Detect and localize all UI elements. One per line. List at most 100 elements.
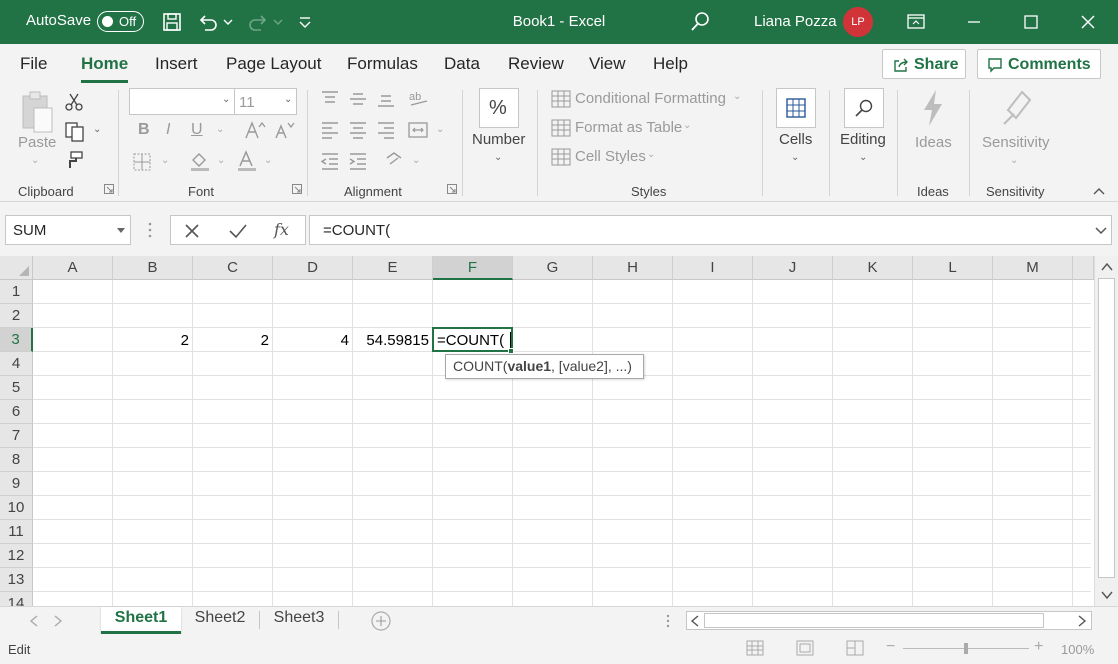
search-icon[interactable] (688, 10, 712, 34)
user-name[interactable]: Liana Pozza (754, 13, 837, 30)
row-header[interactable]: 9 (0, 472, 33, 496)
align-right-icon[interactable] (376, 121, 396, 139)
autosave-toggle[interactable]: Off (97, 11, 144, 32)
editing-label[interactable]: Editing (840, 131, 886, 148)
minimize-icon[interactable] (954, 8, 994, 36)
underline-dropdown-icon[interactable]: ⌄ (216, 124, 224, 135)
zoom-level[interactable]: 100% (1061, 642, 1094, 657)
cells-dropdown-icon[interactable]: ⌄ (791, 152, 799, 163)
undo-dropdown-chevron-icon[interactable] (222, 10, 234, 34)
row-header[interactable]: 7 (0, 424, 33, 448)
align-middle-icon[interactable] (348, 90, 368, 108)
column-header[interactable]: K (833, 256, 913, 280)
alignment-launcher-icon[interactable] (447, 184, 457, 194)
tab-file[interactable]: File (20, 54, 47, 74)
column-header-partial[interactable] (1073, 256, 1094, 280)
zoom-slider-thumb[interactable] (964, 643, 968, 654)
row-header[interactable]: 8 (0, 448, 33, 472)
row-header[interactable]: 12 (0, 544, 33, 568)
editing-dropdown-icon[interactable]: ⌄ (859, 152, 867, 163)
format-painter-icon[interactable] (64, 150, 84, 170)
column-header-selected[interactable]: F (433, 256, 513, 280)
format-as-table-button[interactable]: Format as Table (575, 119, 682, 136)
name-box[interactable]: SUM (5, 215, 131, 245)
ribbon-display-options-icon[interactable] (896, 8, 936, 36)
vertical-scrollbar[interactable] (1094, 256, 1118, 606)
paste-icon[interactable] (18, 90, 56, 136)
cell-d3[interactable]: 4 (273, 332, 349, 349)
paste-dropdown-icon[interactable]: ⌄ (31, 155, 39, 166)
tab-split-handle-icon[interactable] (665, 613, 671, 629)
active-cell-f3[interactable]: =COUNT( (432, 327, 513, 352)
merge-dropdown-icon[interactable]: ⌄ (436, 124, 444, 135)
row-header[interactable]: 2 (0, 304, 33, 328)
column-header[interactable]: D (273, 256, 353, 280)
tooltip-function-name[interactable]: COUNT( (453, 358, 507, 374)
column-header[interactable]: B (113, 256, 193, 280)
row-header[interactable]: 13 (0, 568, 33, 592)
tab-page-layout[interactable]: Page Layout (226, 54, 321, 74)
next-sheet-icon[interactable] (53, 615, 63, 627)
sheet-tab-sheet3[interactable]: Sheet3 (262, 607, 336, 634)
new-sheet-icon[interactable] (370, 610, 392, 632)
underline-button[interactable]: U (191, 121, 203, 139)
align-left-icon[interactable] (320, 121, 340, 139)
share-button[interactable]: Share (882, 49, 966, 79)
tab-data[interactable]: Data (444, 54, 480, 74)
prev-sheet-icon[interactable] (29, 615, 39, 627)
copy-icon[interactable] (64, 121, 86, 143)
normal-view-icon[interactable] (746, 640, 764, 656)
row-header[interactable]: 4 (0, 352, 33, 376)
tab-home[interactable]: Home (81, 54, 129, 83)
align-bottom-icon[interactable] (376, 90, 396, 108)
name-box-dropdown-icon[interactable] (116, 227, 126, 235)
decrease-font-size-icon[interactable] (273, 120, 295, 140)
column-header[interactable]: M (993, 256, 1073, 280)
format-as-table-icon[interactable] (551, 119, 571, 137)
cells-icon[interactable] (776, 88, 816, 128)
clipboard-launcher-icon[interactable] (104, 184, 114, 194)
column-header[interactable]: A (33, 256, 113, 280)
tooltip-arg-value1[interactable]: value1 (507, 358, 551, 374)
row-header[interactable]: 11 (0, 520, 33, 544)
customize-toolbar-icon[interactable] (296, 10, 314, 34)
horizontal-scrollbar[interactable] (686, 611, 1092, 630)
save-icon[interactable] (160, 10, 184, 34)
tab-view[interactable]: View (589, 54, 626, 74)
cancel-entry-icon[interactable] (183, 222, 201, 240)
zoom-in-icon[interactable]: + (1034, 638, 1043, 656)
expand-formula-bar-icon[interactable] (1095, 226, 1107, 235)
decrease-indent-icon[interactable] (320, 152, 340, 170)
copy-dropdown-icon[interactable]: ⌄ (93, 124, 101, 135)
conditional-formatting-button[interactable]: Conditional Formatting (575, 90, 726, 107)
row-header-selected[interactable]: 3 (0, 328, 33, 352)
cells-label[interactable]: Cells (779, 131, 812, 148)
tab-formulas[interactable]: Formulas (347, 54, 418, 74)
merge-center-icon[interactable] (407, 120, 429, 140)
sheet-tab-sheet2[interactable]: Sheet2 (183, 607, 257, 634)
italic-button[interactable]: I (166, 121, 170, 139)
wrap-text-icon[interactable] (384, 150, 406, 172)
cell-styles-button[interactable]: Cell Styles (575, 148, 646, 165)
collapse-ribbon-icon[interactable] (1092, 186, 1106, 196)
borders-icon[interactable] (132, 152, 152, 172)
maximize-icon[interactable] (1011, 8, 1051, 36)
horizontal-scroll-thumb[interactable] (704, 613, 1044, 628)
sensitivity-icon[interactable] (1000, 88, 1034, 128)
cell-styles-icon[interactable] (551, 148, 571, 166)
fill-color-icon[interactable] (189, 150, 211, 172)
sheet-tab-sheet1[interactable]: Sheet1 (101, 607, 181, 634)
page-break-view-icon[interactable] (846, 640, 864, 656)
borders-dropdown-icon[interactable]: ⌄ (161, 155, 169, 166)
column-header[interactable]: H (593, 256, 673, 280)
column-header[interactable]: J (753, 256, 833, 280)
tab-review[interactable]: Review (508, 54, 564, 74)
scroll-up-icon[interactable] (1101, 262, 1113, 272)
font-name-select[interactable]: ⌄ (129, 88, 235, 115)
wrap-dropdown-icon[interactable]: ⌄ (412, 155, 420, 166)
tab-insert[interactable]: Insert (155, 54, 198, 74)
scroll-left-icon[interactable] (690, 615, 700, 627)
column-header[interactable]: I (673, 256, 753, 280)
enter-check-icon[interactable] (228, 222, 248, 240)
number-format-icon[interactable]: % (479, 88, 519, 128)
